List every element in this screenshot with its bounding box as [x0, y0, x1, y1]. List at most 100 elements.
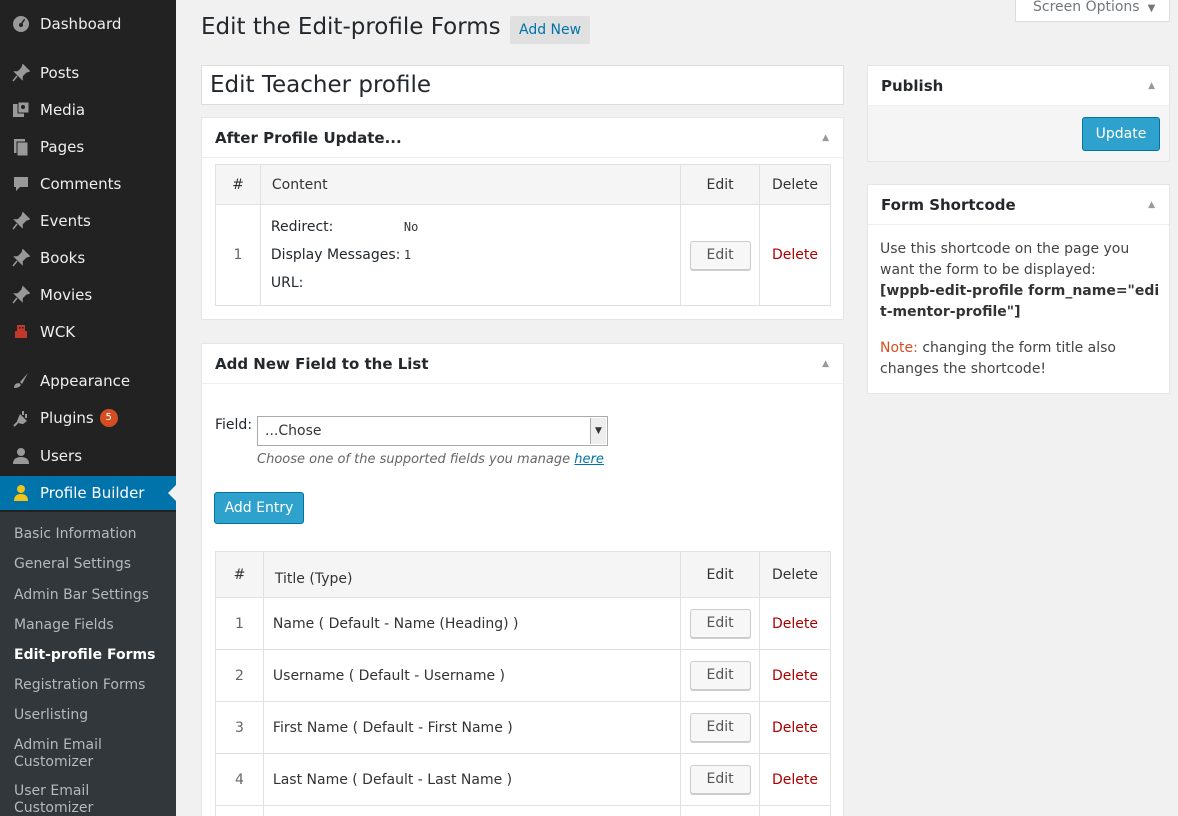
shortcode-code: [wppb-edit-profile form_name="edit-mento…: [880, 283, 1160, 320]
collapse-arrow-icon[interactable]: ▲: [822, 133, 829, 143]
delete-cell: Delete: [759, 597, 831, 650]
submenu-basic-information[interactable]: Basic Information: [14, 526, 164, 543]
row-title: [262, 805, 682, 816]
menu-users[interactable]: Users: [0, 439, 176, 473]
screen-options-label: Screen Options: [1033, 0, 1140, 15]
collapse-arrow-icon[interactable]: ▲: [1148, 81, 1155, 91]
edit-button[interactable]: Edit: [689, 609, 751, 638]
delete-link[interactable]: Delete: [772, 720, 818, 736]
collapse-arrow-icon[interactable]: ▲: [1148, 200, 1155, 210]
shortcode-instructions: Use this shortcode on the page you want …: [880, 241, 1130, 278]
shortcode-body: Use this shortcode on the page you want …: [880, 239, 1160, 380]
add-entry-button[interactable]: Add Entry: [214, 492, 304, 524]
note-label: Note:: [880, 340, 918, 356]
add-field-header[interactable]: Add New Field to the List ▲: [202, 344, 843, 384]
screen-options-toggle[interactable]: Screen Options ▼: [1015, 0, 1170, 22]
edit-button[interactable]: Edit: [689, 661, 751, 690]
page-title: Edit the Edit-profile Forms: [201, 14, 501, 40]
admin-sidebar: Dashboard Posts Media Pages Comments Eve…: [0, 0, 176, 816]
hint-text: Choose one of the supported fields you m…: [257, 452, 571, 467]
row-title: Username ( Default - Username ): [262, 649, 682, 702]
menu-appearance[interactable]: Appearance: [0, 364, 176, 398]
select-value: ...Chose: [265, 423, 322, 439]
menu-label: Events: [40, 212, 91, 230]
column-header-edit: Edit: [680, 551, 761, 598]
shortcode-note: Note: changing the form title also chang…: [880, 338, 1160, 380]
delete-link[interactable]: Delete: [772, 668, 818, 684]
after-update-box: After Profile Update... ▲ # Content Edit…: [201, 117, 844, 320]
redirect-label: Redirect:: [270, 219, 334, 235]
menu-pages[interactable]: Pages: [0, 130, 176, 164]
submenu-registration-forms[interactable]: Registration Forms: [14, 677, 164, 694]
hint-here-link[interactable]: here: [574, 452, 604, 467]
menu-plugins[interactable]: Plugins 5: [0, 401, 176, 435]
edit-button[interactable]: Edit: [689, 240, 751, 270]
menu-profile-builder[interactable]: Profile Builder: [0, 476, 176, 510]
after-update-header[interactable]: After Profile Update... ▲: [202, 118, 843, 158]
pin-icon: [10, 285, 32, 305]
add-new-button[interactable]: Add New: [510, 16, 591, 44]
delete-cell: Delete: [759, 204, 831, 306]
dropdown-arrow-icon: ▼: [590, 418, 606, 444]
table-row: 1 Redirect: No Display Messages: 1 URL: Ed…: [215, 204, 831, 306]
menu-label: Plugins: [40, 409, 94, 427]
menu-events[interactable]: Events: [0, 204, 176, 238]
field-select[interactable]: ...Chose ▼: [257, 416, 608, 446]
edit-cell: Edit: [680, 204, 761, 306]
menu-label: WCK: [40, 323, 76, 341]
submenu-edit-profile-forms[interactable]: Edit-profile Forms: [14, 647, 164, 664]
submenu-userlisting[interactable]: Userlisting: [14, 707, 164, 724]
menu-wck[interactable]: WCK: [0, 315, 176, 349]
menu-books[interactable]: Books: [0, 241, 176, 275]
publish-title: Publish: [881, 76, 944, 95]
submenu-admin-bar-settings[interactable]: Admin Bar Settings: [14, 587, 164, 604]
menu-movies[interactable]: Movies: [0, 278, 176, 312]
redirect-value: No: [403, 220, 419, 234]
table-row: [215, 805, 831, 816]
edit-cell: Edit: [680, 649, 761, 702]
menu-label: Profile Builder: [40, 484, 145, 502]
table-row: 3 First Name ( Default - First Name ) Ed…: [215, 701, 831, 754]
submenu-general-settings[interactable]: General Settings: [14, 556, 164, 573]
collapse-arrow-icon[interactable]: ▲: [822, 359, 829, 369]
delete-link[interactable]: Delete: [772, 772, 818, 788]
delete-cell: [759, 805, 831, 816]
robot-icon: [10, 322, 32, 342]
delete-link[interactable]: Delete: [772, 247, 818, 263]
add-field-box: Add New Field to the List ▲ Field: ...Ch…: [201, 343, 844, 816]
update-button[interactable]: Update: [1082, 117, 1160, 151]
submenu-manage-fields[interactable]: Manage Fields: [14, 617, 164, 634]
menu-media[interactable]: Media: [0, 93, 176, 127]
menu-label: Comments: [40, 175, 122, 193]
add-field-title: Add New Field to the List: [215, 354, 429, 373]
row-content: Redirect: No Display Messages: 1 URL:: [259, 204, 682, 306]
menu-label: Movies: [40, 286, 93, 304]
delete-link[interactable]: Delete: [772, 616, 818, 632]
menu-dashboard[interactable]: Dashboard: [0, 7, 176, 41]
shortcode-header[interactable]: Form Shortcode ▲: [868, 185, 1169, 225]
menu-comments[interactable]: Comments: [0, 167, 176, 201]
publish-header[interactable]: Publish ▲: [868, 66, 1169, 106]
edit-button[interactable]: Edit: [689, 713, 751, 742]
pin-icon: [10, 211, 32, 231]
messages-value: 1: [403, 248, 412, 262]
menu-label: Media: [40, 101, 86, 119]
column-header-content: Content: [259, 164, 682, 205]
column-header-edit: Edit: [680, 164, 761, 205]
row-number: 1: [215, 597, 264, 650]
edit-button[interactable]: Edit: [689, 765, 751, 794]
row-number: 2: [215, 649, 264, 702]
edit-cell: [680, 805, 761, 816]
submenu-admin-email-customizer[interactable]: Admin Email Customizer: [14, 737, 124, 771]
profile-builder-submenu: Basic Information General Settings Admin…: [0, 512, 176, 816]
menu-label: Appearance: [40, 372, 131, 390]
row-number: 3: [215, 701, 264, 754]
row-title: Name ( Default - Name (Heading) ): [262, 597, 682, 650]
column-header-num: #: [215, 164, 261, 205]
submenu-user-email-customizer[interactable]: User Email Customizer: [14, 783, 124, 816]
menu-posts[interactable]: Posts: [0, 56, 176, 90]
table-row: 2 Username ( Default - Username ) Edit D…: [215, 649, 831, 702]
form-title-input[interactable]: Edit Teacher profile: [201, 65, 844, 105]
pin-icon: [10, 248, 32, 268]
column-header-num: #: [215, 551, 264, 598]
